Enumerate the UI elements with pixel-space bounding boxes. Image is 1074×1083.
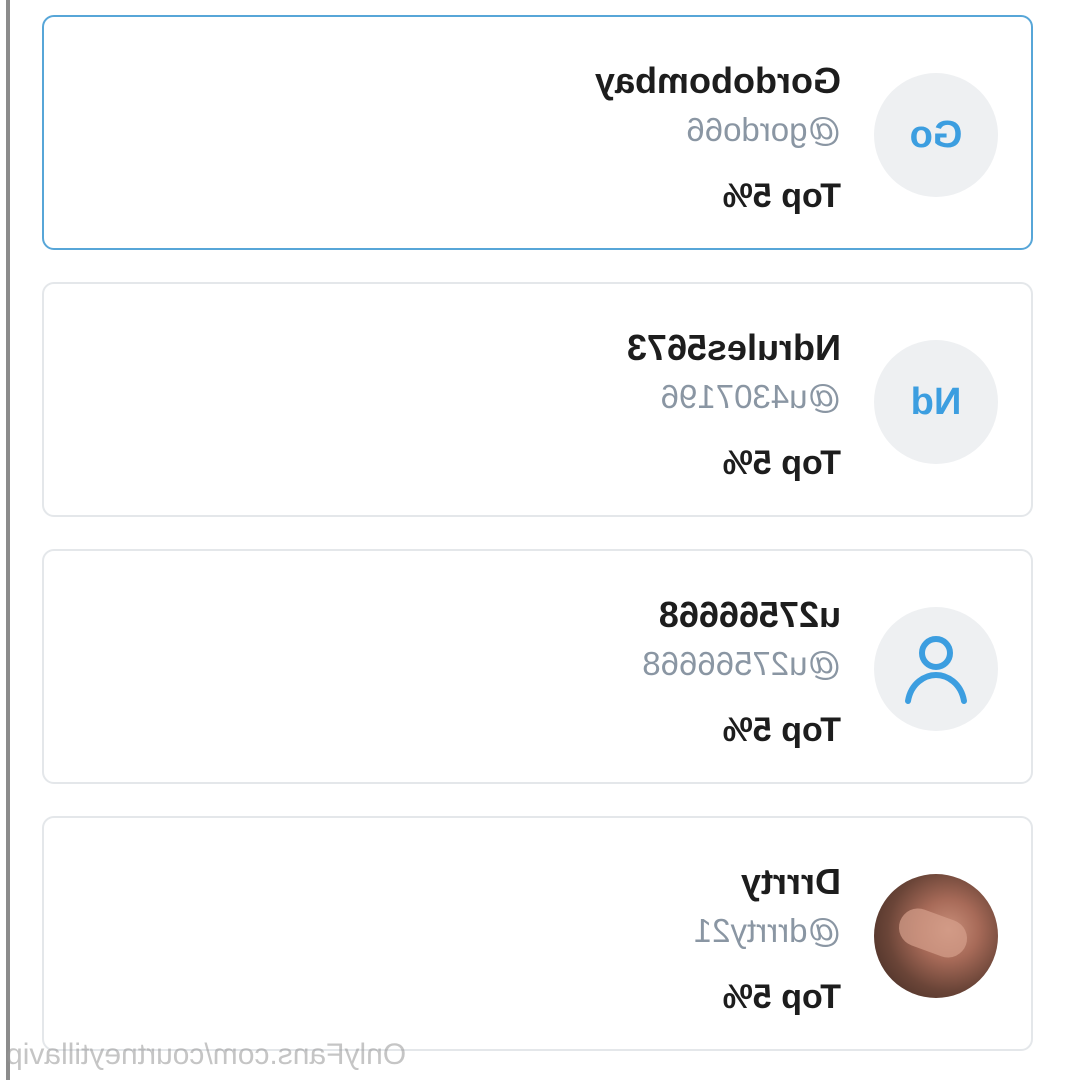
fan-card[interactable]: Go Gordobombay @gordo66 Top 5% [42,15,1033,250]
fan-name[interactable]: Drrrty [694,858,841,906]
fan-handle[interactable]: @gordo66 [595,109,841,151]
fan-rank: Top 5% [722,711,841,749]
fan-handle[interactable]: @u4307196 [627,376,841,418]
fan-info: Gordobombay @gordo66 Top 5% [595,57,841,219]
fan-name[interactable]: Ndrules5673 [627,324,841,372]
avatar-initials: Go [909,113,963,156]
left-divider [0,0,10,1080]
fan-handle[interactable]: @drrrty21 [694,910,841,952]
avatar[interactable] [874,874,998,998]
fan-rank: Top 5% [722,444,841,482]
fan-info: u27566668 @u27566668 Top 5% [642,591,841,753]
fan-name[interactable]: u27566668 [642,591,841,639]
avatar[interactable]: Go [874,73,998,197]
fan-handle[interactable]: @u27566668 [642,643,841,685]
fan-card[interactable]: Nd Ndrules5673 @u4307196 Top 5% [42,282,1033,517]
fan-info: Ndrules5673 @u4307196 Top 5% [627,324,841,486]
fan-list: Go Gordobombay @gordo66 Top 5% Nd Ndrule… [42,15,1033,1083]
watermark: OnlyFans.com/courtneytillavip [6,1038,407,1071]
user-icon [905,636,967,704]
avatar-initials: Nd [910,380,962,423]
fan-card[interactable]: u27566668 @u27566668 Top 5% [42,549,1033,784]
fan-card[interactable]: Drrrty @drrrty21 Top 5% [42,816,1033,1051]
fan-rank: Top 5% [722,978,841,1016]
fan-rank: Top 5% [722,177,841,215]
avatar[interactable] [874,607,998,731]
fan-info: Drrrty @drrrty21 Top 5% [694,858,841,1020]
fan-name[interactable]: Gordobombay [595,57,841,105]
avatar[interactable]: Nd [874,340,998,464]
